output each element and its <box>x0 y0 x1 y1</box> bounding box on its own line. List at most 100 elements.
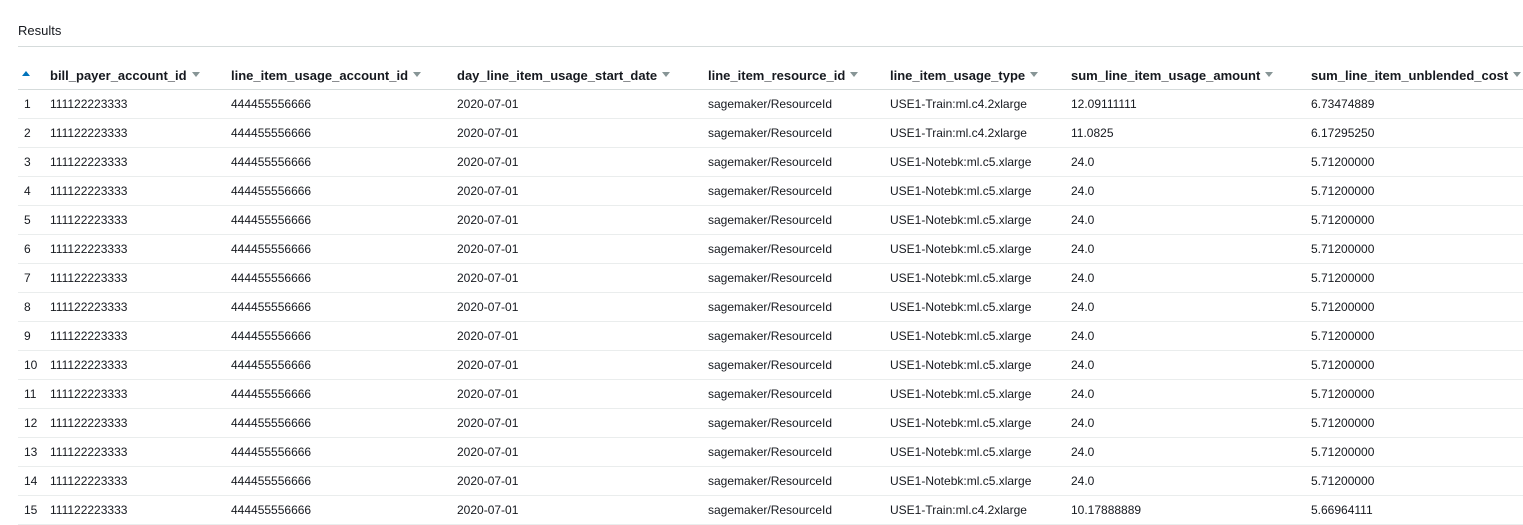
usage-amount-cell: 24.0 <box>1071 379 1311 409</box>
row-number-cell: 8 <box>18 292 50 322</box>
table-row: 9 111122223333 444455556666 2020-07-01 sagem… <box>18 321 1523 351</box>
usage-type-cell: USE1-Notebk:ml.c5.xlarge <box>890 466 1071 496</box>
column-header-label: line_item_usage_account_id <box>231 67 409 83</box>
usage-type-cell: USE1-Train:ml.c4.2xlarge <box>890 89 1071 119</box>
usage-type-cell: USE1-Train:ml.c4.2xlarge <box>890 495 1071 525</box>
column-header-sum-line-item-unblended-cost[interactable]: sum_line_item_unblended_cost <box>1311 60 1523 90</box>
usage-start-date-cell: 2020-07-01 <box>457 321 708 351</box>
usage-type-cell: USE1-Notebk:ml.c5.xlarge <box>890 205 1071 235</box>
bill-payer-account-id-cell: 111122223333 <box>50 350 231 380</box>
column-header-day-line-item-usage-start-date[interactable]: day_line_item_usage_start_date <box>457 60 708 90</box>
resource-id-cell: sagemaker/ResourceId <box>708 408 890 438</box>
bill-payer-account-id-cell: 111122223333 <box>50 234 231 264</box>
header-divider <box>18 46 1523 47</box>
column-header-line-item-usage-account-id[interactable]: line_item_usage_account_id <box>231 60 457 90</box>
column-header-bill-payer-account-id[interactable]: bill_payer_account_id <box>50 60 231 90</box>
table-row: 4 111122223333 444455556666 2020-07-01 sagem… <box>18 176 1523 206</box>
resource-id-cell: sagemaker/ResourceId <box>708 263 890 293</box>
bill-payer-account-id-cell: 111122223333 <box>50 176 231 206</box>
usage-start-date-cell: 2020-07-01 <box>457 437 708 467</box>
usage-type-cell: USE1-Notebk:ml.c5.xlarge <box>890 147 1071 177</box>
resource-id-cell: sagemaker/ResourceId <box>708 495 890 525</box>
table-row: 1 111122223333 444455556666 2020-07-01 sagem… <box>18 89 1523 119</box>
usage-type-cell: USE1-Notebk:ml.c5.xlarge <box>890 292 1071 322</box>
results-table: bill_payer_account_id line_item_usage_ac… <box>18 60 1523 525</box>
unblended-cost-cell: 5.71200000 <box>1311 234 1523 264</box>
usage-start-date-cell: 2020-07-01 <box>457 350 708 380</box>
resource-id-cell: sagemaker/ResourceId <box>708 147 890 177</box>
table-row: 13 111122223333 444455556666 2020-07-01 sage… <box>18 437 1523 467</box>
row-number-cell: 4 <box>18 176 50 206</box>
bill-payer-account-id-cell: 111122223333 <box>50 205 231 235</box>
usage-start-date-cell: 2020-07-01 <box>457 408 708 438</box>
usage-type-cell: USE1-Notebk:ml.c5.xlarge <box>890 408 1071 438</box>
line-item-usage-account-id-cell: 444455556666 <box>231 234 457 264</box>
column-header-label: line_item_usage_type <box>890 67 1026 83</box>
caret-down-icon[interactable] <box>413 71 422 77</box>
unblended-cost-cell: 5.71200000 <box>1311 408 1523 438</box>
sort-ascending-icon[interactable] <box>22 71 30 77</box>
column-header-line-item-resource-id[interactable]: line_item_resource_id <box>708 60 890 90</box>
unblended-cost-cell: 5.71200000 <box>1311 292 1523 322</box>
table-row: 14 111122223333 444455556666 2020-07-01 sage… <box>18 466 1523 496</box>
row-number-cell: 12 <box>18 408 50 438</box>
row-number-cell: 13 <box>18 437 50 467</box>
resource-id-cell: sagemaker/ResourceId <box>708 118 890 148</box>
column-header-sum-line-item-usage-amount[interactable]: sum_line_item_usage_amount <box>1071 60 1311 90</box>
caret-down-icon[interactable] <box>1030 71 1039 77</box>
table-body: 1 111122223333 444455556666 2020-07-01 sagem… <box>18 89 1523 525</box>
bill-payer-account-id-cell: 111122223333 <box>50 466 231 496</box>
resource-id-cell: sagemaker/ResourceId <box>708 234 890 264</box>
bill-payer-account-id-cell: 111122223333 <box>50 292 231 322</box>
bill-payer-account-id-cell: 111122223333 <box>50 147 231 177</box>
caret-down-icon[interactable] <box>662 71 671 77</box>
column-header-line-item-usage-type[interactable]: line_item_usage_type <box>890 60 1071 90</box>
column-header-label: sum_line_item_usage_amount <box>1071 67 1261 83</box>
resource-id-cell: sagemaker/ResourceId <box>708 379 890 409</box>
line-item-usage-account-id-cell: 444455556666 <box>231 292 457 322</box>
usage-start-date-cell: 2020-07-01 <box>457 263 708 293</box>
usage-amount-cell: 24.0 <box>1071 437 1311 467</box>
usage-amount-cell: 24.0 <box>1071 176 1311 206</box>
usage-start-date-cell: 2020-07-01 <box>457 234 708 264</box>
unblended-cost-cell: 5.71200000 <box>1311 466 1523 496</box>
resource-id-cell: sagemaker/ResourceId <box>708 176 890 206</box>
usage-type-cell: USE1-Notebk:ml.c5.xlarge <box>890 176 1071 206</box>
results-heading: Results <box>18 23 62 38</box>
usage-start-date-cell: 2020-07-01 <box>457 292 708 322</box>
table-row: 6 111122223333 444455556666 2020-07-01 sagem… <box>18 234 1523 264</box>
row-number-cell: 5 <box>18 205 50 235</box>
usage-amount-cell: 12.09111111 <box>1071 89 1311 119</box>
row-number-cell: 3 <box>18 147 50 177</box>
usage-start-date-cell: 2020-07-01 <box>457 379 708 409</box>
usage-amount-cell: 24.0 <box>1071 321 1311 351</box>
unblended-cost-cell: 5.71200000 <box>1311 205 1523 235</box>
unblended-cost-cell: 5.66964111 <box>1311 495 1523 525</box>
bill-payer-account-id-cell: 111122223333 <box>50 321 231 351</box>
usage-amount-cell: 24.0 <box>1071 466 1311 496</box>
table-row: 12 111122223333 444455556666 2020-07-01 sage… <box>18 408 1523 438</box>
usage-start-date-cell: 2020-07-01 <box>457 466 708 496</box>
resource-id-cell: sagemaker/ResourceId <box>708 89 890 119</box>
caret-down-icon[interactable] <box>850 71 859 77</box>
usage-amount-cell: 24.0 <box>1071 205 1311 235</box>
line-item-usage-account-id-cell: 444455556666 <box>231 118 457 148</box>
caret-down-icon[interactable] <box>1265 71 1274 77</box>
caret-down-icon[interactable] <box>191 71 200 77</box>
table-row: 10 111122223333 444455556666 2020-07-01 sage… <box>18 350 1523 380</box>
usage-start-date-cell: 2020-07-01 <box>457 118 708 148</box>
usage-amount-cell: 24.0 <box>1071 292 1311 322</box>
caret-down-icon[interactable] <box>1513 71 1522 77</box>
row-number-cell: 6 <box>18 234 50 264</box>
table-row: 8 111122223333 444455556666 2020-07-01 sagem… <box>18 292 1523 322</box>
usage-type-cell: USE1-Notebk:ml.c5.xlarge <box>890 263 1071 293</box>
usage-amount-cell: 24.0 <box>1071 263 1311 293</box>
line-item-usage-account-id-cell: 444455556666 <box>231 466 457 496</box>
usage-type-cell: USE1-Notebk:ml.c5.xlarge <box>890 234 1071 264</box>
row-number-cell: 10 <box>18 350 50 380</box>
row-number-cell: 1 <box>18 89 50 119</box>
column-header-label: day_line_item_usage_start_date <box>457 67 658 83</box>
line-item-usage-account-id-cell: 444455556666 <box>231 437 457 467</box>
unblended-cost-cell: 5.71200000 <box>1311 321 1523 351</box>
row-number-header[interactable] <box>18 60 50 90</box>
